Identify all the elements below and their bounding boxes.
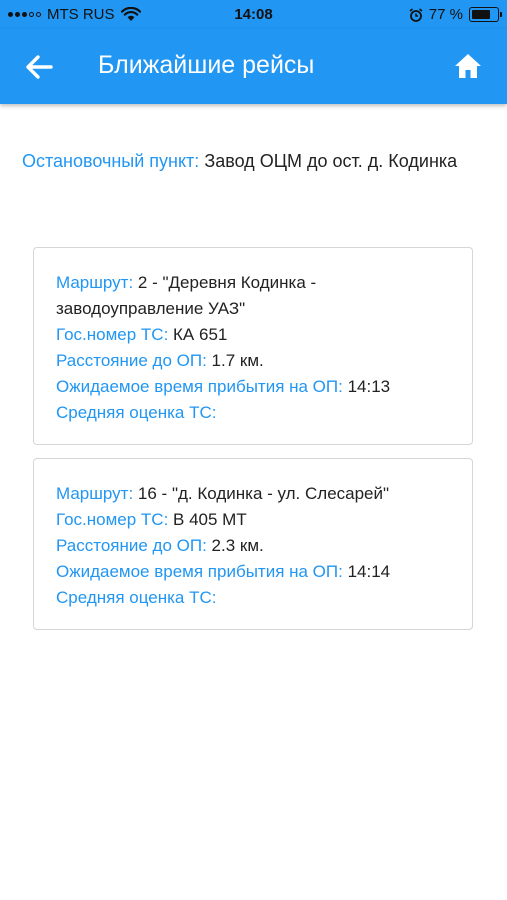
status-bar: MTS RUS 14:08 77 % xyxy=(0,0,507,29)
plate-label: Гос.номер ТС: xyxy=(56,510,169,529)
distance-label: Расстояние до ОП: xyxy=(56,351,207,370)
rating-label: Средняя оценка ТС: xyxy=(56,403,217,422)
route-label: Маршрут: xyxy=(56,484,134,503)
rating-row: Средняя оценка ТС: xyxy=(56,400,450,426)
eta-label: Ожидаемое время прибытия на ОП: xyxy=(56,377,343,396)
plate-value: КА 651 xyxy=(173,325,228,344)
trip-card[interactable]: Маршрут: 2 - "Деревня Кодинка - заводоуп… xyxy=(33,247,473,445)
distance-value: 2.3 км. xyxy=(211,536,264,555)
plate-value: В 405 МТ xyxy=(173,510,247,529)
route-label: Маршрут: xyxy=(56,273,134,292)
plate-row: Гос.номер ТС: КА 651 xyxy=(56,322,450,348)
eta-label: Ожидаемое время прибытия на ОП: xyxy=(56,562,343,581)
rating-label: Средняя оценка ТС: xyxy=(56,588,217,607)
home-icon[interactable] xyxy=(453,51,483,81)
trip-card[interactable]: Маршрут: 16 - "д. Кодинка - ул. Слесарей… xyxy=(33,458,473,630)
route-row: Маршрут: 2 - "Деревня Кодинка - заводоуп… xyxy=(56,270,450,322)
arrow-left-icon[interactable] xyxy=(24,53,54,81)
route-row: Маршрут: 16 - "д. Кодинка - ул. Слесарей… xyxy=(56,481,450,507)
distance-value: 1.7 км. xyxy=(211,351,264,370)
stop-info: Остановочный пункт: Завод ОЦМ до ост. д.… xyxy=(22,147,482,176)
eta-row: Ожидаемое время прибытия на ОП: 14:14 xyxy=(56,559,450,585)
stop-label: Остановочный пункт: xyxy=(22,151,200,171)
distance-row: Расстояние до ОП: 2.3 км. xyxy=(56,533,450,559)
stop-value: Завод ОЦМ до ост. д. Кодинка xyxy=(204,151,458,171)
battery-percent: 77 % xyxy=(428,6,463,23)
distance-row: Расстояние до ОП: 1.7 км. xyxy=(56,348,450,374)
battery-icon xyxy=(469,7,502,22)
plate-label: Гос.номер ТС: xyxy=(56,325,169,344)
eta-value: 14:13 xyxy=(347,377,391,396)
app-bar: Ближайшие рейсы xyxy=(0,29,507,104)
route-value: 16 - "д. Кодинка - ул. Слесарей" xyxy=(137,484,390,503)
status-right: 77 % xyxy=(409,6,502,23)
rating-row: Средняя оценка ТС: xyxy=(56,585,450,611)
distance-label: Расстояние до ОП: xyxy=(56,536,207,555)
alarm-icon xyxy=(409,7,423,22)
eta-row: Ожидаемое время прибытия на ОП: 14:13 xyxy=(56,374,450,400)
eta-value: 14:14 xyxy=(347,562,391,581)
plate-row: Гос.номер ТС: В 405 МТ xyxy=(56,507,450,533)
page-title: Ближайшие рейсы xyxy=(98,51,315,79)
